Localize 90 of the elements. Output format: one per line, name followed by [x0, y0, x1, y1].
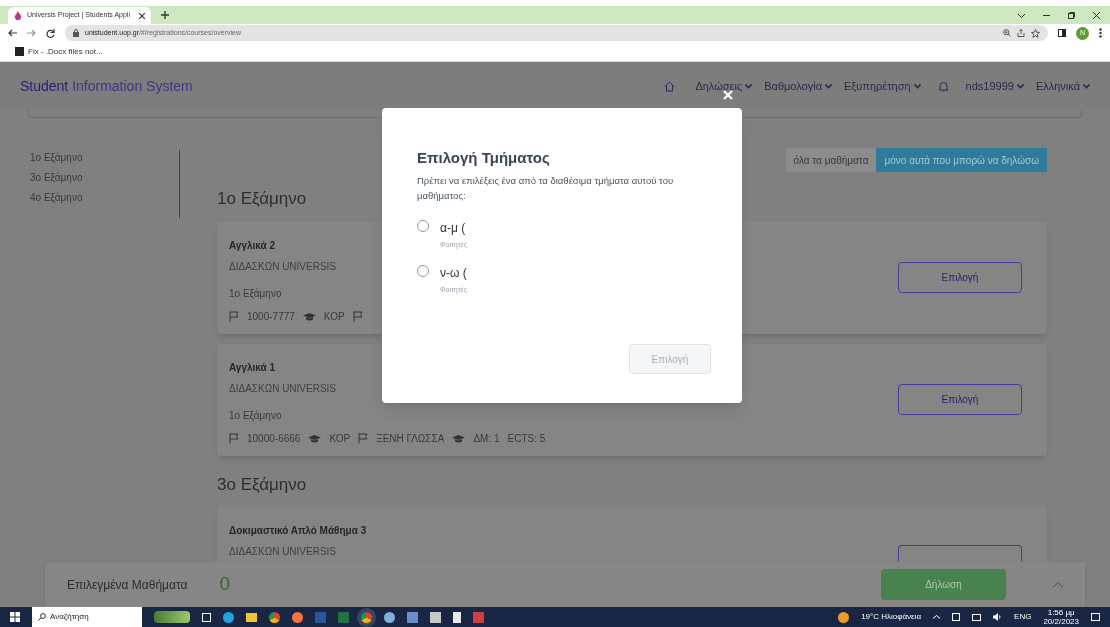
restore-icon[interactable] [1068, 12, 1075, 19]
chevron-down-icon[interactable] [1018, 13, 1025, 18]
selected-courses-label: Επιλεγμένα Μαθήματα [67, 576, 188, 594]
instructor-name: ΔΙΔΑΣΚΩΝ UNIVERSIS [229, 381, 338, 396]
course-meta: ΚΟΡ [323, 309, 345, 324]
close-icon[interactable] [139, 12, 145, 19]
excel-icon[interactable] [338, 611, 349, 623]
app-icon[interactable] [430, 611, 441, 623]
course-semester: 1ο Εξάμηνο [229, 286, 283, 301]
star-icon[interactable] [1031, 28, 1040, 38]
app-title[interactable]: Student Information System [20, 75, 193, 97]
dialog-title: Επιλογή Τμήματος [417, 148, 551, 168]
share-icon[interactable] [1017, 29, 1025, 37]
instructor-name: ΔΙΔΑΣΚΩΝ UNIVERSIS [229, 545, 338, 559]
caret-icon [745, 83, 753, 89]
course-meta: 10000-6666 [247, 431, 301, 446]
close-icon[interactable] [1093, 12, 1100, 19]
sidebar-link[interactable]: 4ο Εξάμηνο [30, 190, 179, 205]
course-semester: 1ο Εξάμηνο [229, 408, 283, 423]
task-view-icon[interactable] [202, 612, 211, 622]
sun-icon [838, 611, 850, 623]
menu-icon[interactable] [1099, 28, 1102, 38]
flag-icon [352, 310, 363, 322]
bookmark-link[interactable]: Fix - .Docx files not... [28, 45, 103, 58]
tray-icon[interactable] [952, 613, 961, 621]
app-icon[interactable] [453, 611, 461, 623]
caret-icon [1016, 83, 1024, 89]
nav-menu[interactable]: Ελληνικά [1035, 77, 1090, 95]
caret-icon [1083, 83, 1090, 89]
side-panel-icon[interactable] [1058, 29, 1066, 37]
sidebar-link[interactable]: 3ο Εξάμηνο [30, 170, 179, 185]
language-indicator[interactable]: ENG [1014, 611, 1032, 623]
course-meta: ECTS: 5 [507, 431, 546, 446]
filter-button[interactable]: μόνο αυτά που μπορώ να δηλώσω [876, 148, 1047, 172]
section-heading: 3ο Εξάμηνο [217, 473, 307, 496]
flame-icon [14, 10, 22, 21]
section-heading: 1ο Εξάμηνο [217, 188, 307, 210]
forward-icon[interactable] [27, 29, 36, 37]
folder-icon[interactable] [246, 612, 257, 622]
option-label: α-μ ( [440, 219, 467, 237]
flag-icon [229, 310, 239, 322]
course-name: Δοκιμαστικό Απλό Μάθημα 3 [229, 524, 367, 538]
chrome-icon[interactable] [269, 611, 280, 623]
caret-icon [913, 83, 921, 89]
sidebar-link[interactable]: 1ο Εξάμηνο [30, 150, 179, 165]
course-name: Αγγλικά 1 [229, 360, 277, 375]
edge-icon[interactable] [223, 611, 234, 623]
instructor-name: ΔΙΔΑΣΚΩΝ UNIVERSIS [229, 259, 338, 274]
nav-menu[interactable]: Δηλώσεις [695, 77, 753, 95]
flag-icon [229, 432, 239, 444]
home-icon[interactable] [664, 80, 676, 92]
course-meta: ΞΕΝΗ ΓΛΩΣΣΑ [376, 431, 445, 446]
selected-count: 0 [219, 572, 231, 597]
flag-icon [358, 432, 369, 444]
lock-icon [73, 29, 79, 37]
filter-button[interactable]: όλα τα μαθήματα [785, 148, 877, 172]
chrome-icon[interactable] [361, 611, 372, 623]
network-icon[interactable] [972, 613, 982, 621]
zoom-icon[interactable] [1003, 29, 1011, 37]
taskbar-search-field[interactable]: Αναζήτηση [32, 607, 142, 627]
speaker-icon[interactable] [993, 613, 1003, 621]
new-tab-icon[interactable] [161, 11, 169, 19]
course-meta: 1000-7777 [247, 309, 295, 324]
search-icon [38, 613, 46, 621]
option-label: ν-ω ( [440, 265, 467, 282]
nav-menu[interactable]: Εξυπηρέτηση [844, 77, 921, 95]
back-icon[interactable] [8, 29, 17, 37]
bookmark-favicon-icon [15, 47, 24, 56]
landscape-icon [154, 611, 190, 623]
graduation-cap-icon [308, 433, 322, 443]
weather-text[interactable]: 19°C Ηλιοφάνεια [861, 611, 922, 623]
course-meta: ΚΟΡ [329, 431, 351, 446]
bell-icon[interactable] [938, 80, 948, 92]
graduation-cap-icon [452, 433, 466, 443]
graduation-cap-icon [302, 311, 316, 321]
windows-start-icon[interactable] [10, 612, 20, 622]
firefox-icon[interactable] [292, 611, 303, 623]
reload-icon[interactable] [46, 28, 55, 38]
caret-icon [825, 83, 833, 89]
course-name: Αγγλικά 2 [229, 238, 277, 253]
nav-menu[interactable]: nds19999 [965, 77, 1024, 95]
app-icon[interactable] [384, 611, 395, 623]
clock[interactable]: 1:56 μμ 20/2/2023 [1043, 608, 1079, 626]
notifications-icon[interactable] [1091, 613, 1100, 621]
submit-button[interactable]: Δήλωση [881, 569, 1006, 600]
course-meta: ΔΜ: 1 [473, 431, 500, 446]
select-button[interactable]: Επιλογή [898, 261, 1022, 293]
dialog-description: Πρέπει να επιλέξεις ένα από τα διαθέσιμα τμήματα αυτού του μαθήματος: [417, 173, 675, 203]
select-button[interactable]: Επιλογή [898, 383, 1022, 415]
nav-menu[interactable]: Βαθμολογία [764, 77, 833, 95]
